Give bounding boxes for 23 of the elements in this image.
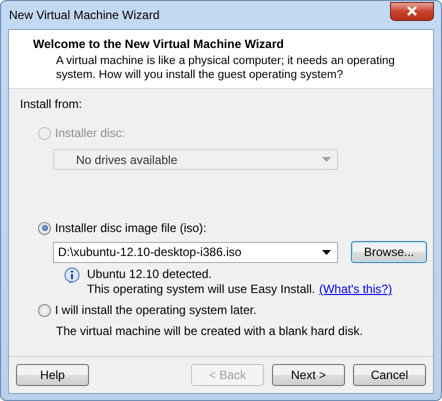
detected-text: Ubuntu 12.10 detected. <box>87 267 213 282</box>
browse-button[interactable]: Browse... <box>351 241 427 263</box>
caret-icon <box>322 250 331 254</box>
install-from-label: Install from: <box>20 97 84 111</box>
wizard-button[interactable]: Help <box>16 364 89 386</box>
wizard-button[interactable]: Cancel <box>353 364 426 386</box>
radio-button[interactable] <box>38 222 51 234</box>
radio-label: Installer disc: <box>55 126 126 140</box>
iso-file-dropdown[interactable]: D:\xubuntu-12.10-desktop-i386.iso <box>53 242 338 262</box>
blank-disk-note: The virtual machine will be created with a blank hard disk. <box>56 324 364 338</box>
close-button[interactable] <box>390 2 434 20</box>
info-icon <box>64 267 82 285</box>
radio-button[interactable] <box>38 304 51 316</box>
radio-label: I will install the operating system later. <box>55 303 256 317</box>
close-icon <box>406 6 418 16</box>
header-description: A virtual machine is like a physical computer; it needs an operating system. How will you install the guest operating system? <box>55 54 396 82</box>
header-title: Welcome to the New Virtual Machine Wizard <box>33 37 285 51</box>
whats-this-link[interactable]: (What's this?) <box>319 282 392 297</box>
easy-install-text: This operating system will use Easy Install. <box>87 282 316 297</box>
caret-icon <box>322 157 331 162</box>
window-title: New Virtual Machine Wizard <box>8 8 160 22</box>
radio-label: Installer disc image file (iso): <box>55 221 206 235</box>
wizard-button[interactable]: Next > <box>272 364 345 386</box>
